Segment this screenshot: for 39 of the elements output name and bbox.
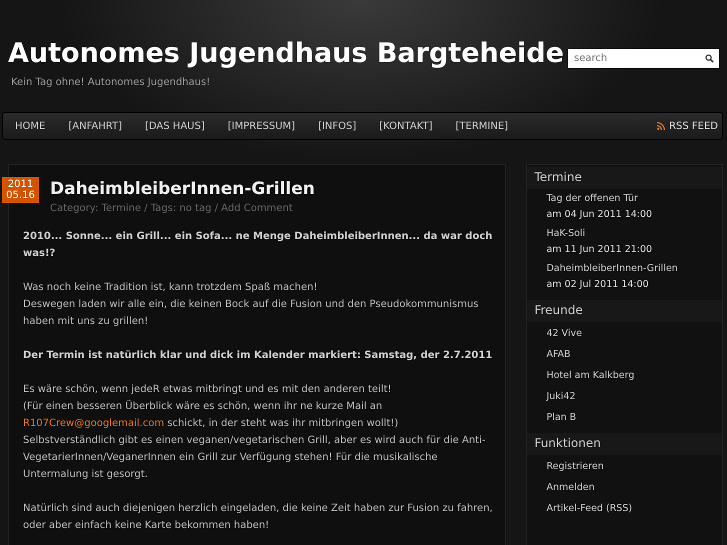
nav-link[interactable]: [DAS HAUS] bbox=[145, 120, 205, 132]
search-icon[interactable] bbox=[705, 54, 714, 63]
nav-link[interactable]: [ANFAHRT] bbox=[68, 120, 122, 132]
search-field[interactable]: search bbox=[568, 49, 719, 68]
sidebar-link[interactable]: Tag der offenen Tür bbox=[546, 191, 638, 207]
post-paragraph: Was noch keine Tradition ist, kann trotzdem Spaß machen! Deswegen laden wir alle ein, die keinen Bock auf die Fusion und den Pseudokommunismus haben mit uns zu grillen! bbox=[23, 281, 480, 329]
post-title[interactable]: DaheimbleiberInnen-Grillen bbox=[50, 179, 500, 199]
post-paragraph: Natürlich sind auch diejenigen herzlich eingeladen, die keine Zeit haben zur Fusion zu fahren, oder aber einfach keine Karte bekommen haben! bbox=[23, 502, 494, 533]
nav-link[interactable]: [INFOS] bbox=[318, 120, 356, 132]
sidebar-link[interactable]: Artikel-Feed (RSS) bbox=[546, 501, 632, 517]
sidebar-link[interactable]: HaK-Soli bbox=[546, 226, 586, 242]
sidebar-link[interactable]: AFAB bbox=[546, 347, 571, 363]
nav-link[interactable]: HOME bbox=[15, 120, 46, 132]
email-link[interactable]: R107Crew@googlemail.com bbox=[23, 418, 164, 429]
site-tagline: Kein Tag ohne! Autonomes Jugendhaus! bbox=[11, 77, 212, 88]
sidebar-link[interactable]: DaheimbleiberInnen-Grillen bbox=[546, 261, 678, 277]
sidebar-link[interactable]: Hotel am Kalkberg bbox=[546, 368, 634, 384]
nav-link[interactable]: [IMPRESSUM] bbox=[228, 120, 296, 132]
date-badge: 2011 05.16 bbox=[2, 177, 39, 203]
rss-icon[interactable] bbox=[657, 122, 666, 130]
sidebar-link[interactable]: 42 Vive bbox=[546, 326, 582, 342]
nav-link[interactable]: [KONTAKT] bbox=[379, 120, 432, 132]
widget-title: Funktionen bbox=[527, 433, 722, 455]
event-date: am 04 Jun 2011 14:00 bbox=[546, 208, 654, 222]
site-title[interactable]: Autonomes Jugendhaus Bargteheide bbox=[8, 38, 564, 69]
event-date: am 02 Jul 2011 14:00 bbox=[546, 278, 650, 292]
sidebar-link[interactable]: Registrieren bbox=[546, 459, 604, 475]
sidebar-link[interactable]: Plan B bbox=[546, 410, 576, 426]
sidebar-link[interactable]: Anmelden bbox=[546, 480, 595, 496]
widget-title: Termine bbox=[527, 167, 722, 189]
post-paragraph: 2010... Sonne... ein Grill... ein Sofa... ne Menge DaheimbleiberInnen... da war doch was!? bbox=[23, 230, 494, 261]
widget-title: Freunde bbox=[527, 300, 722, 322]
event-date: am 11 Jun 2011 21:00 bbox=[546, 243, 654, 257]
nav-link[interactable]: [TERMINE] bbox=[456, 120, 508, 132]
rss-feed-link[interactable]: RSS FEED bbox=[669, 120, 718, 132]
post-meta: Category: Termine / Tags: no tag / Add Comment bbox=[50, 203, 294, 214]
post-paragraph: Es wäre schön, wenn jedeR etwas mitbringt und es mit den anderen teilt! (Für einen besseren Überblick wäre es schön, wenn ihr ne kurze Mail an R107Crew@googlemail.com schickt, in der steht was ihr mitbringen wollt!) Selbstverständlich gibt es einen veganen/vegetarischen Grill, aber es wird auch für die Anti-VegetarierInnen/VeganerInnen ein Grill zur Verfügung stehen! Für die musikalische Untermalung ist gesorgt. bbox=[23, 383, 486, 482]
sidebar-link[interactable]: Juki42 bbox=[546, 389, 576, 405]
post-paragraph: Der Termin ist natürlich klar und dick im Kalender markiert: Samstag, der 2.7.2011 bbox=[23, 349, 494, 363]
